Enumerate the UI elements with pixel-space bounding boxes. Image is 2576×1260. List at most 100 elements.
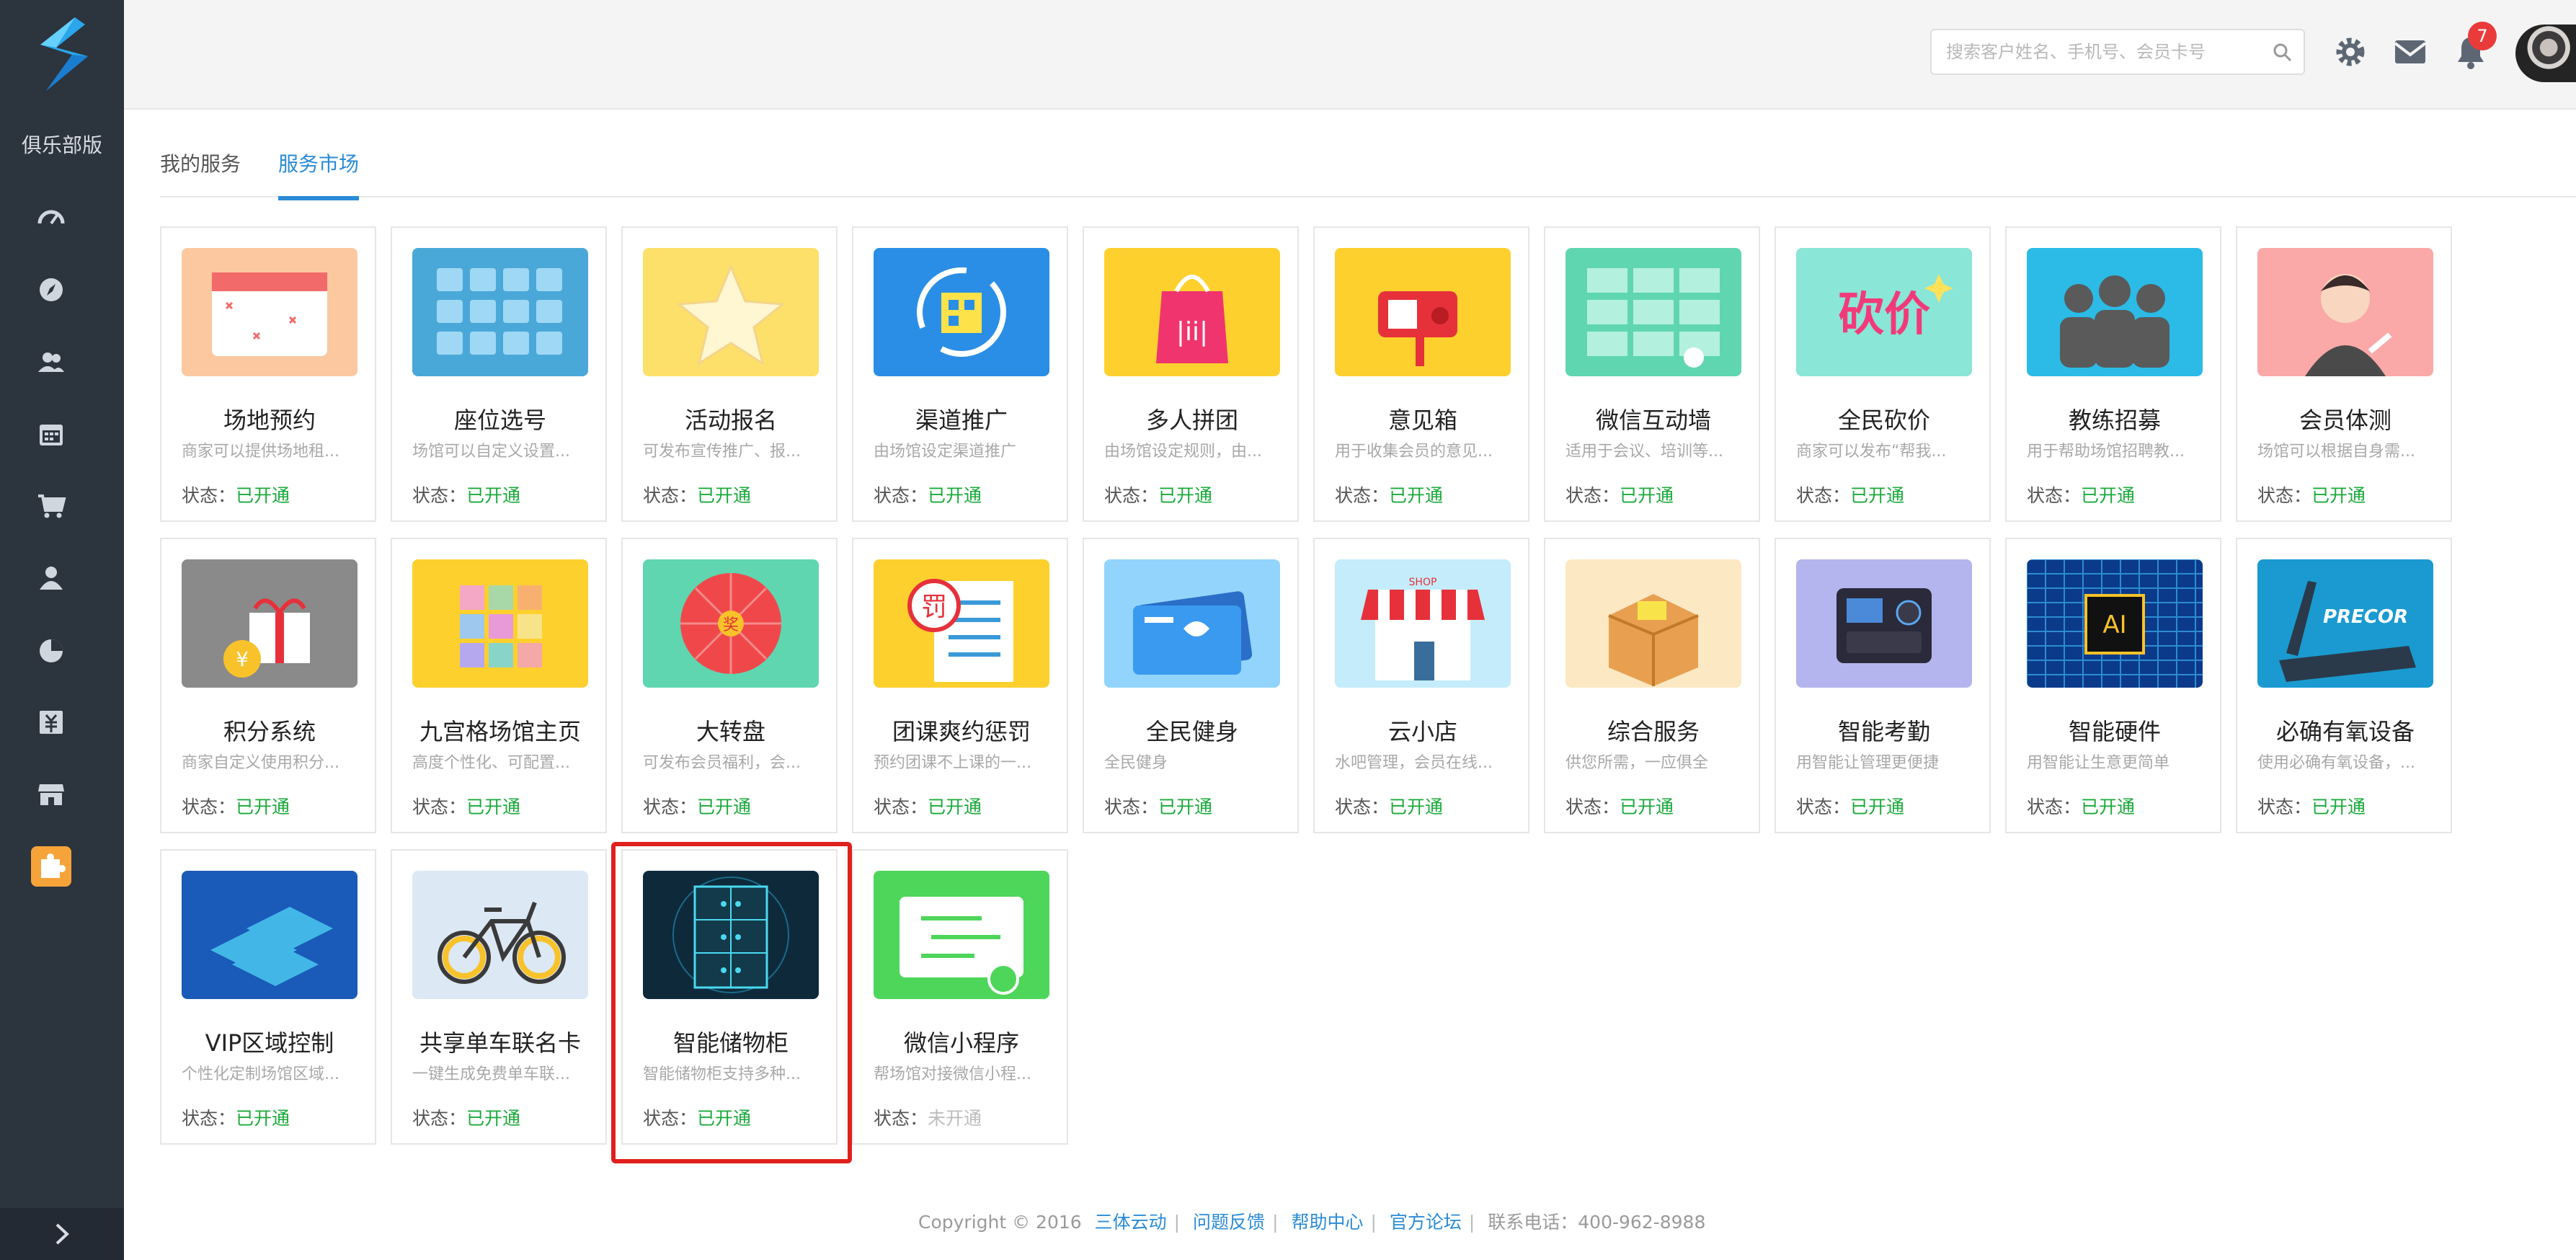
service-thumbnail[interactable]	[2257, 248, 2433, 376]
service-thumbnail[interactable]	[1565, 248, 1741, 376]
service-card[interactable]: |ii| 多人拼团 由场馆设定规则，由... 状态：已开通	[1083, 226, 1299, 522]
service-title[interactable]: 云小店	[1315, 714, 1531, 747]
app-logo[interactable]	[25, 13, 99, 95]
settings-button[interactable]	[2330, 32, 2371, 72]
service-card[interactable]: AI 智能硬件 用智能让生意更简单 状态：已开通	[2005, 538, 2221, 833]
service-card[interactable]: 全民健身 全民健身 状态：已开通	[1083, 538, 1299, 833]
customer-search[interactable]	[1930, 29, 2305, 75]
service-thumbnail[interactable]	[643, 871, 819, 999]
service-thumbnail[interactable]: PRECOR	[2257, 559, 2433, 688]
service-title[interactable]: 活动报名	[623, 402, 839, 435]
search-input[interactable]	[1946, 37, 2263, 66]
nav-user[interactable]	[31, 558, 71, 598]
service-card[interactable]: 智能储物柜 智能储物柜支持多种... 状态：已开通	[621, 849, 838, 1145]
service-card[interactable]: 意见箱 用于收集会员的意见... 状态：已开通	[1313, 226, 1529, 522]
nav-store[interactable]	[31, 774, 71, 815]
service-card[interactable]: PRECOR 必确有氧设备 使用必确有氧设备，... 状态：已开通	[2236, 538, 2452, 833]
service-title[interactable]: 座位选号	[392, 402, 608, 435]
service-card[interactable]: 砍价 全民砍价 商家可以发布“帮我... 状态：已开通	[1775, 226, 1991, 522]
sidebar-expand-button[interactable]	[0, 1208, 124, 1260]
service-thumbnail[interactable]	[874, 248, 1049, 376]
service-card[interactable]: SHOP 云小店 水吧管理，会员在线... 状态：已开通	[1313, 538, 1529, 833]
service-thumbnail[interactable]	[1104, 559, 1280, 688]
service-card[interactable]: VIP区域控制 个性化定制场馆区域... 状态：已开通	[160, 849, 376, 1145]
messages-button[interactable]	[2390, 32, 2430, 72]
service-thumbnail[interactable]: 罚	[874, 559, 1049, 688]
service-title[interactable]: 团课爽约惩罚	[853, 714, 1070, 747]
nav-compass[interactable]	[31, 270, 71, 310]
service-title[interactable]: 大转盘	[623, 714, 839, 747]
service-thumbnail[interactable]	[412, 559, 588, 688]
service-title[interactable]: 共享单车联名卡	[392, 1025, 608, 1058]
service-thumbnail[interactable]	[643, 248, 819, 376]
service-title[interactable]: 全民砍价	[1776, 402, 1992, 435]
service-card[interactable]: 座位选号 场馆可以自定义设置... 状态：已开通	[391, 226, 607, 522]
footer-link-company[interactable]: 三体云动	[1095, 1212, 1167, 1233]
service-thumbnail[interactable]	[2027, 248, 2203, 376]
service-card[interactable]: 奖 大转盘 可发布会员福利，会... 状态：已开通	[621, 538, 838, 833]
service-card[interactable]: 渠道推广 由场馆设定渠道推广 状态：已开通	[852, 226, 1068, 522]
service-title[interactable]: 智能硬件	[2007, 714, 2223, 747]
service-thumbnail[interactable]: |ii|	[1104, 248, 1280, 376]
footer-link-help[interactable]: 帮助中心	[1291, 1212, 1363, 1233]
service-title[interactable]: 微信互动墙	[1545, 402, 1762, 435]
search-icon[interactable]	[2272, 42, 2293, 63]
service-card[interactable]: 共享单车联名卡 一键生成免费单车联... 状态：已开通	[391, 849, 607, 1145]
pie-chart-icon	[40, 639, 63, 662]
service-thumbnail[interactable]	[412, 248, 588, 376]
service-title[interactable]: 全民健身	[1084, 714, 1300, 747]
service-description: 场馆可以自定义设置...	[412, 443, 570, 461]
service-card[interactable]: 会员体测 场馆可以根据自身需... 状态：已开通	[2236, 226, 2452, 522]
service-thumbnail[interactable]	[874, 871, 1049, 999]
tab-my-services[interactable]: 我的服务	[160, 148, 241, 196]
service-thumbnail[interactable]: SHOP	[1335, 559, 1511, 688]
service-thumbnail[interactable]: 奖	[643, 559, 819, 688]
service-thumbnail[interactable]: ¥	[182, 559, 357, 688]
service-thumbnail[interactable]: 砍价	[1796, 248, 1972, 376]
nav-members[interactable]	[31, 342, 71, 382]
service-title[interactable]: 智能考勤	[1776, 714, 1992, 747]
service-card[interactable]: 场地预约 商家可以提供场地租... 状态：已开通	[160, 226, 376, 522]
service-title[interactable]: 微信小程序	[853, 1025, 1070, 1058]
service-title[interactable]: 场地预约	[161, 402, 378, 435]
service-card[interactable]: 教练招募 用于帮助场馆招聘教... 状态：已开通	[2005, 226, 2221, 522]
service-title[interactable]: 智能储物柜	[623, 1025, 839, 1058]
tab-service-market[interactable]: 服务市场	[278, 148, 360, 200]
service-thumbnail[interactable]	[182, 871, 357, 999]
service-thumbnail[interactable]	[1335, 248, 1511, 376]
service-title[interactable]: 会员体测	[2237, 402, 2453, 435]
service-title[interactable]: 必确有氧设备	[2237, 714, 2453, 747]
service-title[interactable]: VIP区域控制	[161, 1025, 378, 1058]
service-card[interactable]: 微信小程序 帮场馆对接微信小程... 状态：未开通	[852, 849, 1068, 1145]
service-card[interactable]: 活动报名 可发布宣传推广、报... 状态：已开通	[621, 226, 838, 522]
service-card[interactable]: 综合服务 供您所需，一应俱全 状态：已开通	[1544, 538, 1760, 833]
service-card[interactable]: 微信互动墙 适用于会议、培训等... 状态：已开通	[1544, 226, 1760, 522]
nav-calendar[interactable]	[31, 414, 71, 454]
status-label: 状态：	[2257, 797, 2312, 817]
service-card[interactable]: 罚 团课爽约惩罚 预约团课不上课的一... 状态：已开通	[852, 538, 1068, 833]
service-card[interactable]: ¥ 积分系统 商家自定义使用积分... 状态：已开通	[160, 538, 376, 833]
nav-dashboard[interactable]	[31, 198, 71, 238]
footer-link-forum[interactable]: 官方论坛	[1390, 1212, 1462, 1233]
avatar[interactable]	[2515, 25, 2576, 82]
service-status: 状态：已开通	[1104, 793, 1212, 819]
service-title[interactable]: 九宫格场馆主页	[392, 714, 608, 747]
service-title[interactable]: 渠道推广	[853, 402, 1070, 435]
service-title[interactable]: 多人拼团	[1084, 402, 1300, 435]
service-thumbnail[interactable]	[1565, 559, 1741, 688]
nav-finance[interactable]	[31, 702, 71, 742]
nav-statistics[interactable]	[31, 630, 71, 670]
service-thumbnail[interactable]	[412, 871, 588, 999]
service-card[interactable]: 智能考勤 用智能让管理更便捷 状态：已开通	[1775, 538, 1991, 833]
footer-link-feedback[interactable]: 问题反馈	[1193, 1212, 1265, 1233]
service-thumbnail[interactable]: AI	[2027, 559, 2203, 688]
service-thumbnail[interactable]	[1796, 559, 1972, 688]
nav-cart[interactable]	[31, 486, 71, 526]
nav-services[interactable]	[31, 846, 71, 887]
service-title[interactable]: 综合服务	[1545, 714, 1762, 747]
service-title[interactable]: 积分系统	[161, 714, 378, 747]
service-card[interactable]: 九宫格场馆主页 高度个性化、可配置... 状态：已开通	[391, 538, 607, 833]
service-title[interactable]: 教练招募	[2007, 402, 2223, 435]
service-title[interactable]: 意见箱	[1315, 402, 1531, 435]
service-thumbnail[interactable]	[182, 248, 357, 376]
